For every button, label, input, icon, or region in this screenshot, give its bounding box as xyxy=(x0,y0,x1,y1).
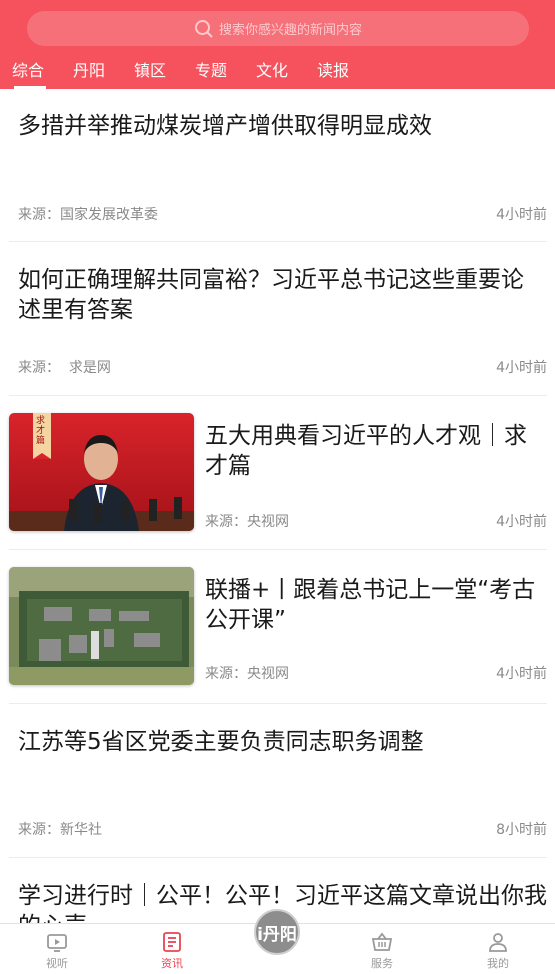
nav-wode[interactable]: 我的 xyxy=(468,927,528,971)
top-header: 搜索你感兴趣的新闻内容 综合 丹阳 镇区 专题 文化 读报 xyxy=(0,0,555,89)
nav-zixun[interactable]: 资讯 xyxy=(142,927,202,971)
tab-zhuanti[interactable]: 专题 xyxy=(195,56,231,89)
thumbnail-caption: 求才篇 xyxy=(36,416,46,446)
nav-label: 资讯 xyxy=(161,957,183,970)
tab-zhenqu[interactable]: 镇区 xyxy=(134,56,170,89)
search-bar[interactable]: 搜索你感兴趣的新闻内容 xyxy=(27,11,529,46)
news-title: 五大用典看习近平的人才观｜求才篇 xyxy=(205,423,527,479)
search-placeholder: 搜索你感兴趣的新闻内容 xyxy=(218,23,362,38)
tv-icon xyxy=(45,930,69,954)
tab-dubao[interactable]: 读报 xyxy=(317,56,353,89)
news-time: 8小时前 xyxy=(496,822,547,838)
tab-danyang[interactable]: 丹阳 xyxy=(73,56,109,89)
divider xyxy=(9,549,547,550)
news-time: 4小时前 xyxy=(496,360,547,376)
nav-label: 视听 xyxy=(46,957,68,970)
news-time: 4小时前 xyxy=(496,207,547,223)
news-title: 如何正确理解共同富裕？习近平总书记这些重要论述里有答案 xyxy=(18,267,524,323)
news-item[interactable]: 如何正确理解共同富裕？习近平总书记这些重要论述里有答案 来源： 求是网 4小时前 xyxy=(9,265,547,395)
divider xyxy=(9,241,547,242)
news-item[interactable]: 江苏等5省区党委主要负责同志职务调整 来源：新华社 8小时前 xyxy=(9,727,547,857)
news-thumbnail xyxy=(9,567,194,685)
news-item[interactable]: 联播+丨跟着总书记上一堂“考古公开课” 来源：央视网 4小时前 xyxy=(9,567,547,697)
news-source: 来源：央视网 xyxy=(205,666,289,682)
news-time: 4小时前 xyxy=(496,514,547,530)
news-source: 来源：国家发展改革委 xyxy=(18,207,158,223)
search-icon xyxy=(194,19,214,39)
news-title: 多措并举推动煤炭增产增供取得明显成效 xyxy=(18,113,432,139)
user-icon xyxy=(486,930,510,954)
news-title: 联播+丨跟着总书记上一堂“考古公开课” xyxy=(205,577,536,633)
news-title: 江苏等5省区党委主要负责同志职务调整 xyxy=(18,729,424,755)
news-source: 来源：央视网 xyxy=(205,514,289,530)
news-icon xyxy=(160,930,184,954)
nav-fuwu[interactable]: 服务 xyxy=(352,927,412,971)
nav-label: 服务 xyxy=(371,957,393,970)
news-thumbnail: 求才篇 xyxy=(9,413,194,531)
news-item[interactable]: 求才篇 五大用典看习近平的人才观｜求才篇 来源：央视网 4小时前 xyxy=(9,413,547,543)
tab-wenhua[interactable]: 文化 xyxy=(256,56,292,89)
news-source: 来源： 求是网 xyxy=(18,360,111,376)
news-time: 4小时前 xyxy=(496,666,547,682)
divider xyxy=(9,857,547,858)
tab-zonghe[interactable]: 综合 xyxy=(12,56,48,89)
divider xyxy=(9,395,547,396)
nav-shiting[interactable]: 视听 xyxy=(27,927,87,971)
divider xyxy=(9,703,547,704)
center-logo-button[interactable]: i丹阳 xyxy=(254,909,300,955)
category-tabs: 综合 丹阳 镇区 专题 文化 读报 xyxy=(0,56,353,89)
basket-icon xyxy=(370,930,394,954)
news-item[interactable]: 多措并举推动煤炭增产增供取得明显成效 来源：国家发展改革委 4小时前 xyxy=(9,111,547,241)
nav-label: 我的 xyxy=(487,957,509,970)
news-source: 来源：新华社 xyxy=(18,822,102,838)
